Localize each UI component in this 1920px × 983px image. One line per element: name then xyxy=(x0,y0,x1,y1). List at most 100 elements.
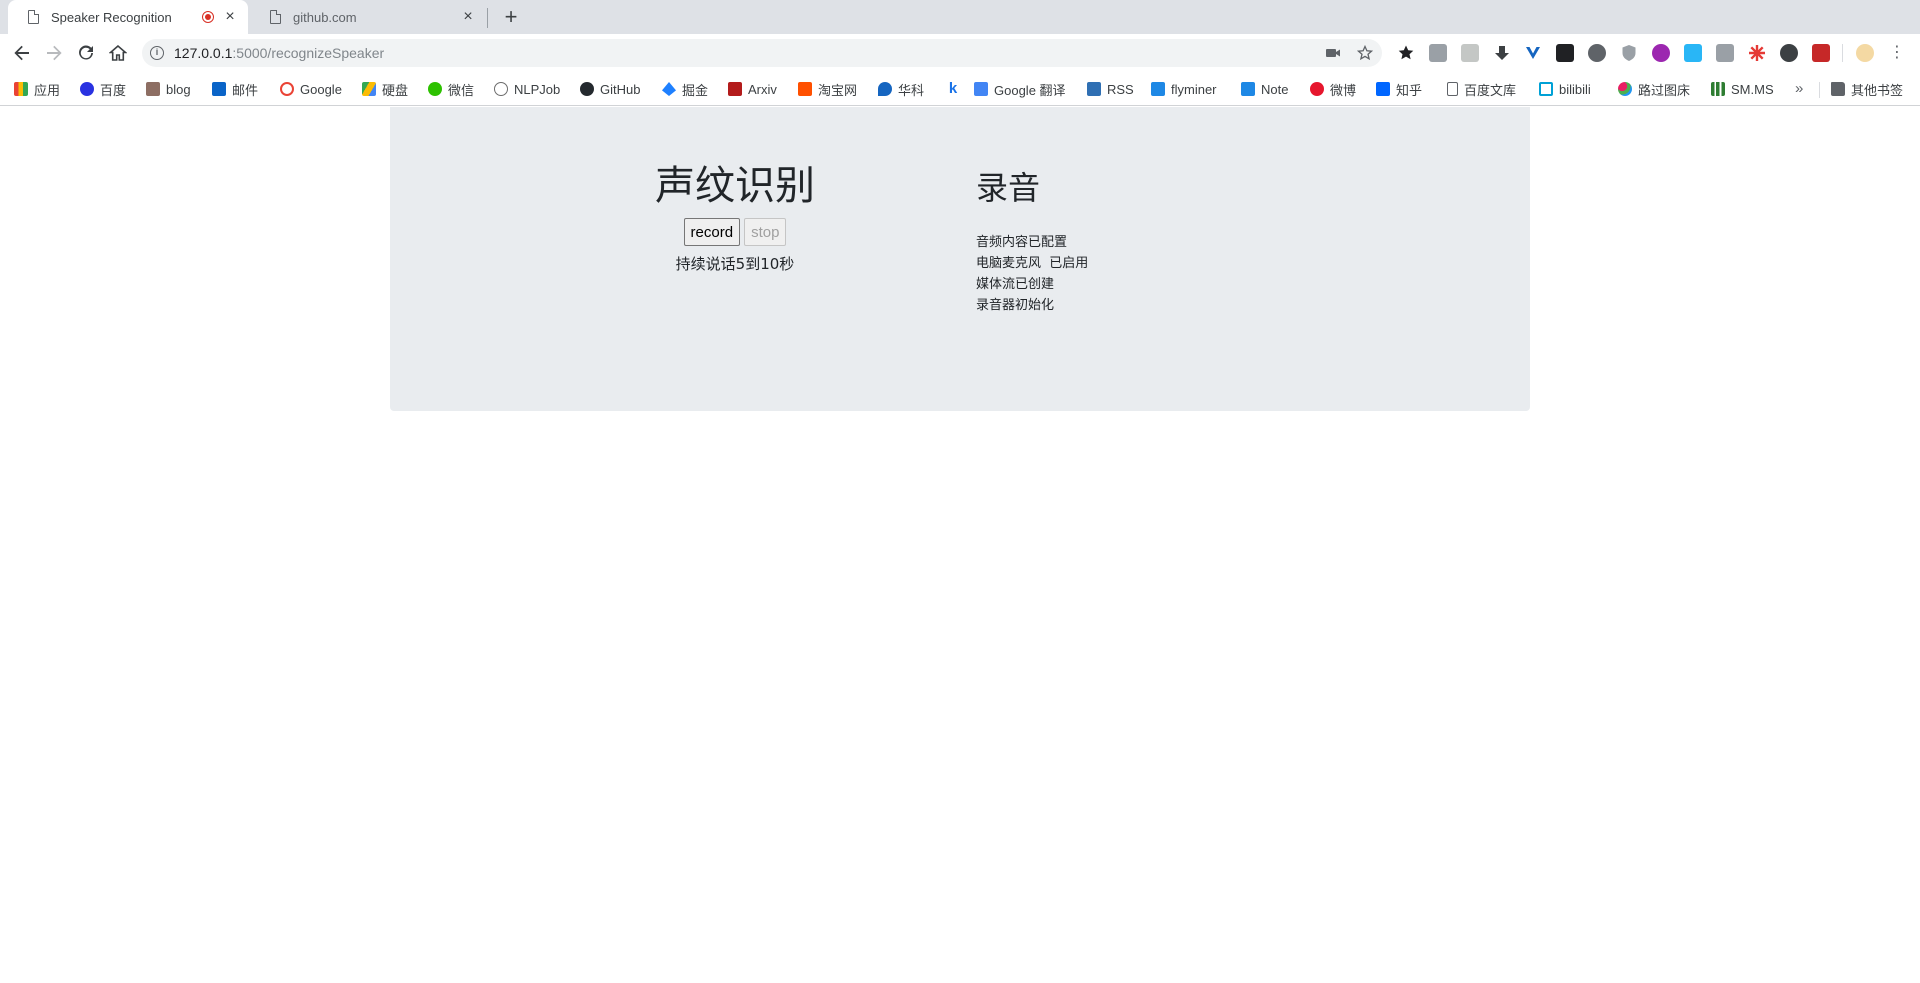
bookmark-label: bilibili xyxy=(1559,81,1591,97)
new-tab-button[interactable]: + xyxy=(498,4,524,30)
bookmark-bilibili[interactable]: bilibili xyxy=(1539,80,1591,98)
bookmark-drive[interactable]: 硬盘 xyxy=(362,80,408,98)
google-icon xyxy=(280,82,294,96)
bookmark-star-extension-icon[interactable] xyxy=(1397,44,1415,62)
extension-icon[interactable] xyxy=(1461,44,1479,62)
other-bookmarks-folder[interactable]: 其他书签 xyxy=(1831,80,1903,98)
bookmark-nlpjob[interactable]: NLPJob xyxy=(494,80,560,98)
folder-icon xyxy=(1831,82,1845,96)
k-icon: k xyxy=(948,80,958,97)
bookmark-apps[interactable]: 应用 xyxy=(14,80,60,98)
reload-icon xyxy=(79,45,93,60)
page-icon xyxy=(28,9,40,24)
bookmark-label: 路过图床 xyxy=(1638,82,1691,98)
record-button[interactable]: record xyxy=(683,218,741,246)
bookmark-label: blog xyxy=(166,81,191,97)
bookmark-github[interactable]: GitHub xyxy=(580,80,640,98)
stop-button[interactable]: stop xyxy=(744,218,787,246)
bookmark-label: 微博 xyxy=(1330,82,1357,98)
reload-button[interactable] xyxy=(74,41,98,65)
blog-icon xyxy=(146,82,160,96)
rss-icon xyxy=(1087,82,1101,96)
bookmark-google-translate[interactable]: Google 翻译 xyxy=(974,80,1066,98)
bookmark-flyminer[interactable]: flyminer xyxy=(1151,80,1217,98)
log-entry: 电脑麦克风 已启用 xyxy=(976,256,1089,271)
camera-icon[interactable] xyxy=(1325,45,1341,61)
taobao-icon xyxy=(798,82,812,96)
log-entry: 媒体流已创建 xyxy=(976,277,1055,292)
pinwheel-extension-icon[interactable] xyxy=(1748,44,1766,62)
bookmarks-divider xyxy=(1819,82,1820,98)
bookmark-label: Google xyxy=(300,81,342,97)
bilibili-icon xyxy=(1539,82,1553,96)
bookmark-rss[interactable]: RSS xyxy=(1087,80,1134,98)
bookmark-blog[interactable]: blog xyxy=(146,80,191,98)
bookmark-label: 百度 xyxy=(100,82,127,98)
bookmark-zhihu[interactable]: 知乎 xyxy=(1376,80,1422,98)
log-entry: 音频内容已配置 xyxy=(976,235,1068,250)
arrow-left-icon xyxy=(14,45,29,61)
bookmark-note[interactable]: Note xyxy=(1241,80,1288,98)
bookmark-taobao[interactable]: 淘宝网 xyxy=(798,80,857,98)
dsm-icon xyxy=(1151,82,1165,96)
imgbed-icon xyxy=(1618,82,1632,96)
outlook-icon xyxy=(212,82,226,96)
bookmark-baidu[interactable]: 百度 xyxy=(80,80,126,98)
bookmark-arxiv[interactable]: Arxiv xyxy=(728,80,777,98)
hust-icon xyxy=(878,82,892,96)
github-icon xyxy=(580,82,594,96)
info-icon[interactable]: i xyxy=(150,46,164,60)
close-tab-icon[interactable]: × xyxy=(460,9,476,25)
bookmarks-overflow-button[interactable]: » xyxy=(1795,80,1803,97)
red-extension-icon[interactable] xyxy=(1812,44,1830,62)
bookmark-google[interactable]: Google xyxy=(280,80,342,98)
bookmarks-bar: 应用 百度 blog 邮件 Google 硬盘 微信 NLPJob GitHub… xyxy=(0,72,1920,106)
page-viewport: 声纹识别 record stop 持续说话5到10秒 录音 音频内容已配置 电脑… xyxy=(0,107,1920,983)
log-entry: 录音器初始化 xyxy=(976,298,1055,313)
gitzip-extension-icon[interactable] xyxy=(1716,44,1734,62)
toolbar-divider xyxy=(1842,44,1843,62)
bookmark-label: 淘宝网 xyxy=(818,82,858,98)
page-icon xyxy=(1447,82,1458,96)
recording-log-section: 录音 音频内容已配置 电脑麦克风 已启用 媒体流已创建 录音器初始化 xyxy=(976,107,1376,316)
bookmark-label: GitHub xyxy=(600,81,641,97)
dark-circle-extension-icon[interactable] xyxy=(1780,44,1798,62)
download-arrow-extension-icon[interactable] xyxy=(1493,44,1511,62)
menu-kebab-icon[interactable]: ⋮ xyxy=(1888,44,1906,62)
close-tab-icon[interactable]: × xyxy=(222,9,238,25)
bookmark-wechat[interactable]: 微信 xyxy=(428,80,474,98)
bookmark-label: 硬盘 xyxy=(382,82,409,98)
bookmark-baidu-wenku[interactable]: 百度文库 xyxy=(1447,80,1516,98)
bookmark-label: 掘金 xyxy=(682,82,709,98)
bookmark-hust[interactable]: 华科 xyxy=(878,80,924,98)
bookmark-k[interactable]: k xyxy=(946,80,966,98)
v-extension-icon[interactable] xyxy=(1524,44,1542,62)
bookmark-smms[interactable]: SM.MS xyxy=(1711,80,1774,98)
forward-button[interactable] xyxy=(42,41,66,65)
page-icon xyxy=(270,9,282,24)
bookmark-imgbed[interactable]: 路过图床 xyxy=(1618,80,1690,98)
home-button[interactable] xyxy=(106,41,130,65)
bookmark-label: Google 翻译 xyxy=(994,82,1066,98)
tampermonkey-extension-icon[interactable] xyxy=(1556,44,1574,62)
shield-extension-icon[interactable] xyxy=(1620,44,1638,62)
notification-extension-icon[interactable] xyxy=(1588,44,1606,62)
bookmark-label: 百度文库 xyxy=(1464,82,1517,98)
log-list: 音频内容已配置 电脑麦克风 已启用 媒体流已创建 录音器初始化 xyxy=(976,232,1376,316)
tab-speaker-recognition[interactable]: Speaker Recognition × xyxy=(8,0,248,34)
ca-extension-icon[interactable] xyxy=(1652,44,1670,62)
bookmark-mail[interactable]: 邮件 xyxy=(212,80,258,98)
back-button[interactable] xyxy=(10,41,34,65)
download-manager-extension-icon[interactable] xyxy=(1429,44,1447,62)
bookmark-label: 华科 xyxy=(898,82,925,98)
bookmark-juejin[interactable]: 掘金 xyxy=(662,80,708,98)
profile-avatar[interactable] xyxy=(1856,44,1874,62)
star-icon[interactable] xyxy=(1357,45,1373,61)
tab-github[interactable]: github.com × xyxy=(250,0,486,34)
nlpjob-icon xyxy=(494,82,508,96)
arxiv-icon xyxy=(728,82,742,96)
bookmark-weibo[interactable]: 微博 xyxy=(1310,80,1356,98)
arrow-right-icon xyxy=(47,45,62,61)
address-bar[interactable]: i 127.0.0.1:5000/recognizeSpeaker xyxy=(142,39,1382,67)
translate-extension-icon[interactable] xyxy=(1684,44,1702,62)
